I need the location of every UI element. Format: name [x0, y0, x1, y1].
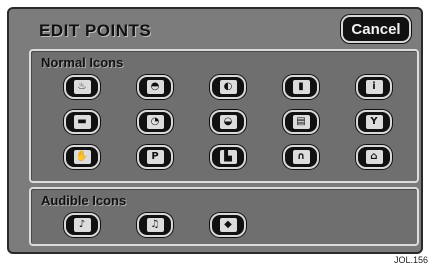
- normal-button-shell[interactable]: ◓: [137, 75, 173, 99]
- picture-icon: ▤: [292, 115, 310, 129]
- normal-button-leaf[interactable]: ◐: [210, 75, 246, 99]
- normal-button-building[interactable]: ▙: [210, 145, 246, 169]
- normal-button-picture[interactable]: ▤: [283, 110, 319, 134]
- normal-button-gate[interactable]: ∩: [283, 145, 319, 169]
- normal-button-card[interactable]: ▬: [64, 110, 100, 134]
- audible-icons-panel: Audible Icons ♪ ♫ ◆: [29, 187, 419, 246]
- building-icon: ▙: [219, 150, 237, 164]
- gate-icon: ∩: [292, 150, 310, 164]
- dome-icon: ◒: [219, 115, 237, 129]
- edit-points-screen: EDIT POINTS Cancel Normal Icons ♨ ◓ ◐ ▮ i ▬ ◔ ◒…: [7, 7, 423, 254]
- audible-button-music-notes[interactable]: ♫: [137, 213, 173, 237]
- leaf-icon: ◐: [219, 80, 237, 94]
- fish-icon: ◔: [146, 115, 164, 129]
- music-note-icon: ♪: [73, 218, 91, 232]
- hand-icon: ✋: [73, 150, 91, 164]
- shell-icon: ◓: [146, 80, 164, 94]
- normal-icons-label: Normal Icons: [41, 55, 124, 70]
- glass-icon: Y: [365, 115, 383, 129]
- cancel-button[interactable]: Cancel: [341, 15, 411, 43]
- info-icon: i: [365, 80, 383, 94]
- audible-icons-grid: ♪ ♫ ◆: [64, 213, 246, 237]
- page-title: EDIT POINTS: [39, 21, 152, 40]
- audible-button-diamond[interactable]: ◆: [210, 213, 246, 237]
- figure-reference: JOL.156: [393, 255, 428, 265]
- music-notes-icon: ♫: [146, 218, 164, 232]
- house-icon: ⌂: [365, 150, 383, 164]
- audible-button-music-note[interactable]: ♪: [64, 213, 100, 237]
- camera-icon: ♨: [73, 80, 91, 94]
- normal-button-dome[interactable]: ◒: [210, 110, 246, 134]
- normal-button-parking[interactable]: P: [137, 145, 173, 169]
- fuel-pump-icon: ▮: [292, 80, 310, 94]
- diamond-icon: ◆: [219, 218, 237, 232]
- normal-button-hand[interactable]: ✋: [64, 145, 100, 169]
- card-icon: ▬: [73, 115, 91, 129]
- normal-icons-grid: ♨ ◓ ◐ ▮ i ▬ ◔ ◒ ▤ Y ✋ P ▙ ∩ ⌂: [64, 75, 392, 169]
- normal-button-fish[interactable]: ◔: [137, 110, 173, 134]
- normal-button-info[interactable]: i: [356, 75, 392, 99]
- normal-button-camera[interactable]: ♨: [64, 75, 100, 99]
- parking-icon: P: [146, 150, 164, 164]
- audible-icons-label: Audible Icons: [41, 193, 127, 208]
- normal-button-house[interactable]: ⌂: [356, 145, 392, 169]
- normal-icons-panel: Normal Icons ♨ ◓ ◐ ▮ i ▬ ◔ ◒ ▤ Y ✋ P ▙ ∩ ⌂: [29, 49, 419, 183]
- normal-button-fuel-pump[interactable]: ▮: [283, 75, 319, 99]
- normal-button-glass[interactable]: Y: [356, 110, 392, 134]
